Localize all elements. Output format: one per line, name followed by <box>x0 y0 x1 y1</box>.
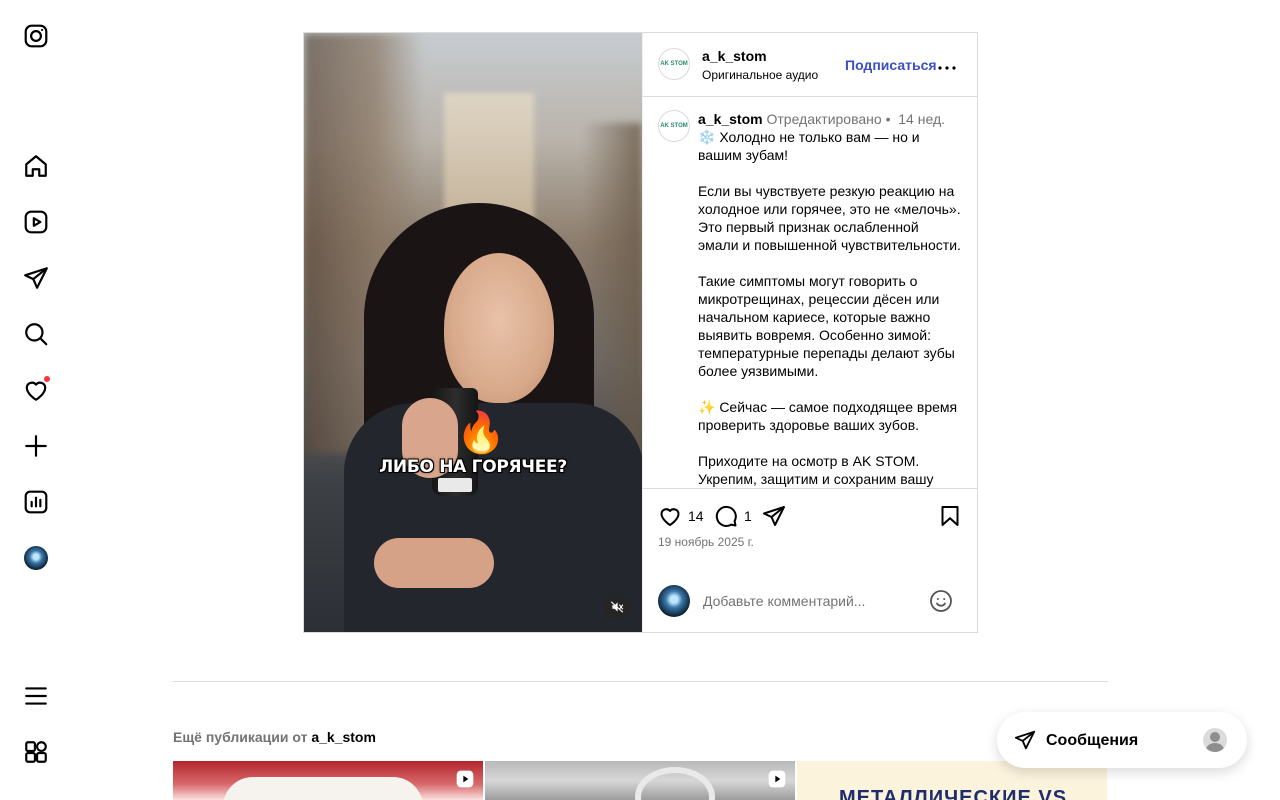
post-video[interactable]: 🔥 ЛИБО НА ГОРЯЧЕЕ? <box>304 33 642 632</box>
like-button[interactable]: 14 <box>658 504 704 528</box>
also-from-meta-icon[interactable] <box>22 738 50 766</box>
direct-messages-icon <box>1014 730 1036 750</box>
post-caption: a_k_stom Отредактировано • 14 нед. ❄️ Хо… <box>698 110 963 488</box>
reels-icon <box>456 770 474 788</box>
edited-label: Отредактировано <box>766 111 882 127</box>
current-user-avatar <box>658 585 690 617</box>
author-username[interactable]: a_k_stom <box>702 48 767 64</box>
caption-logo-text: AK STOM <box>660 123 688 129</box>
more-post-thumbnail[interactable] <box>485 761 795 800</box>
messages-button[interactable]: Сообщения <box>997 712 1247 768</box>
fire-emoji: 🔥 <box>456 411 506 455</box>
share-button[interactable] <box>762 504 786 528</box>
caption-author-avatar[interactable]: AK STOM <box>658 110 690 142</box>
post-header: AK STOM a_k_stom Оригинальное аудио Подп… <box>643 33 977 97</box>
insights-dashboard-icon[interactable] <box>22 488 50 516</box>
comment-button[interactable]: 1 <box>714 504 752 528</box>
author-logo-text: AK STOM <box>660 61 688 67</box>
direct-messages-icon[interactable] <box>22 264 50 292</box>
share-paper-plane-icon <box>763 506 785 526</box>
caption-text: ❄️ Холодно не только вам — но и вашим зу… <box>698 129 961 487</box>
post-card: 🔥 ЛИБО НА ГОРЯЧЕЕ? AK STOM a_k_stom Ориг… <box>303 32 978 633</box>
post-sidebar: AK STOM a_k_stom Оригинальное аудио Подп… <box>642 33 977 632</box>
more-menu-icon[interactable] <box>22 682 50 710</box>
more-posts-username[interactable]: a_k_stom <box>311 729 376 745</box>
post-actions: 14 1 19 ноябрь 2025 г. <box>643 488 977 576</box>
messages-label: Сообщения <box>1046 732 1139 749</box>
instagram-logo-icon[interactable] <box>22 22 50 50</box>
reels-icon <box>768 770 786 788</box>
like-count[interactable]: 14 <box>688 508 704 524</box>
notifications-heart-icon[interactable] <box>22 375 51 404</box>
notification-dot <box>43 375 51 383</box>
more-posts-title: Ещё публикации от a_k_stom <box>173 729 376 745</box>
comment-input[interactable] <box>703 589 913 613</box>
create-plus-icon[interactable] <box>22 432 50 460</box>
home-icon[interactable] <box>22 152 50 180</box>
caption-separator: • <box>885 111 891 127</box>
mute-toggle-button[interactable] <box>603 593 631 621</box>
post-date[interactable]: 19 ноябрь 2025 г. <box>658 535 754 549</box>
follow-button[interactable]: Подписаться <box>845 57 937 73</box>
comments-section[interactable]: AK STOM a_k_stom Отредактировано • 14 не… <box>643 97 977 488</box>
author-avatar[interactable]: AK STOM <box>658 48 690 80</box>
audio-label[interactable]: Оригинальное аудио <box>702 68 818 82</box>
more-posts-prefix: Ещё публикации от <box>173 729 308 745</box>
heart-icon <box>660 508 680 526</box>
search-icon[interactable] <box>22 320 50 348</box>
video-overlay-text: ЛИБО НА ГОРЯЧЕЕ? <box>379 457 567 477</box>
more-options-icon[interactable] <box>935 56 959 80</box>
muted-speaker-icon <box>610 601 624 613</box>
profile-avatar[interactable] <box>22 544 50 572</box>
messages-avatar <box>1203 728 1227 752</box>
section-divider <box>173 681 1108 682</box>
add-comment-bar <box>643 576 977 632</box>
emoji-icon[interactable] <box>929 589 953 613</box>
caption-username[interactable]: a_k_stom <box>698 111 763 127</box>
save-button[interactable] <box>938 504 962 528</box>
bookmark-icon <box>941 506 959 526</box>
post-age[interactable]: 14 нед. <box>898 111 945 127</box>
more-post-thumbnail[interactable] <box>173 761 483 800</box>
reels-icon[interactable] <box>22 208 50 236</box>
comment-count: 1 <box>744 508 752 524</box>
left-navigation <box>0 0 72 800</box>
thumbnail-title: МЕТАЛЛИЧЕСКИЕ VS <box>839 787 1068 800</box>
comment-bubble-icon <box>715 505 737 527</box>
